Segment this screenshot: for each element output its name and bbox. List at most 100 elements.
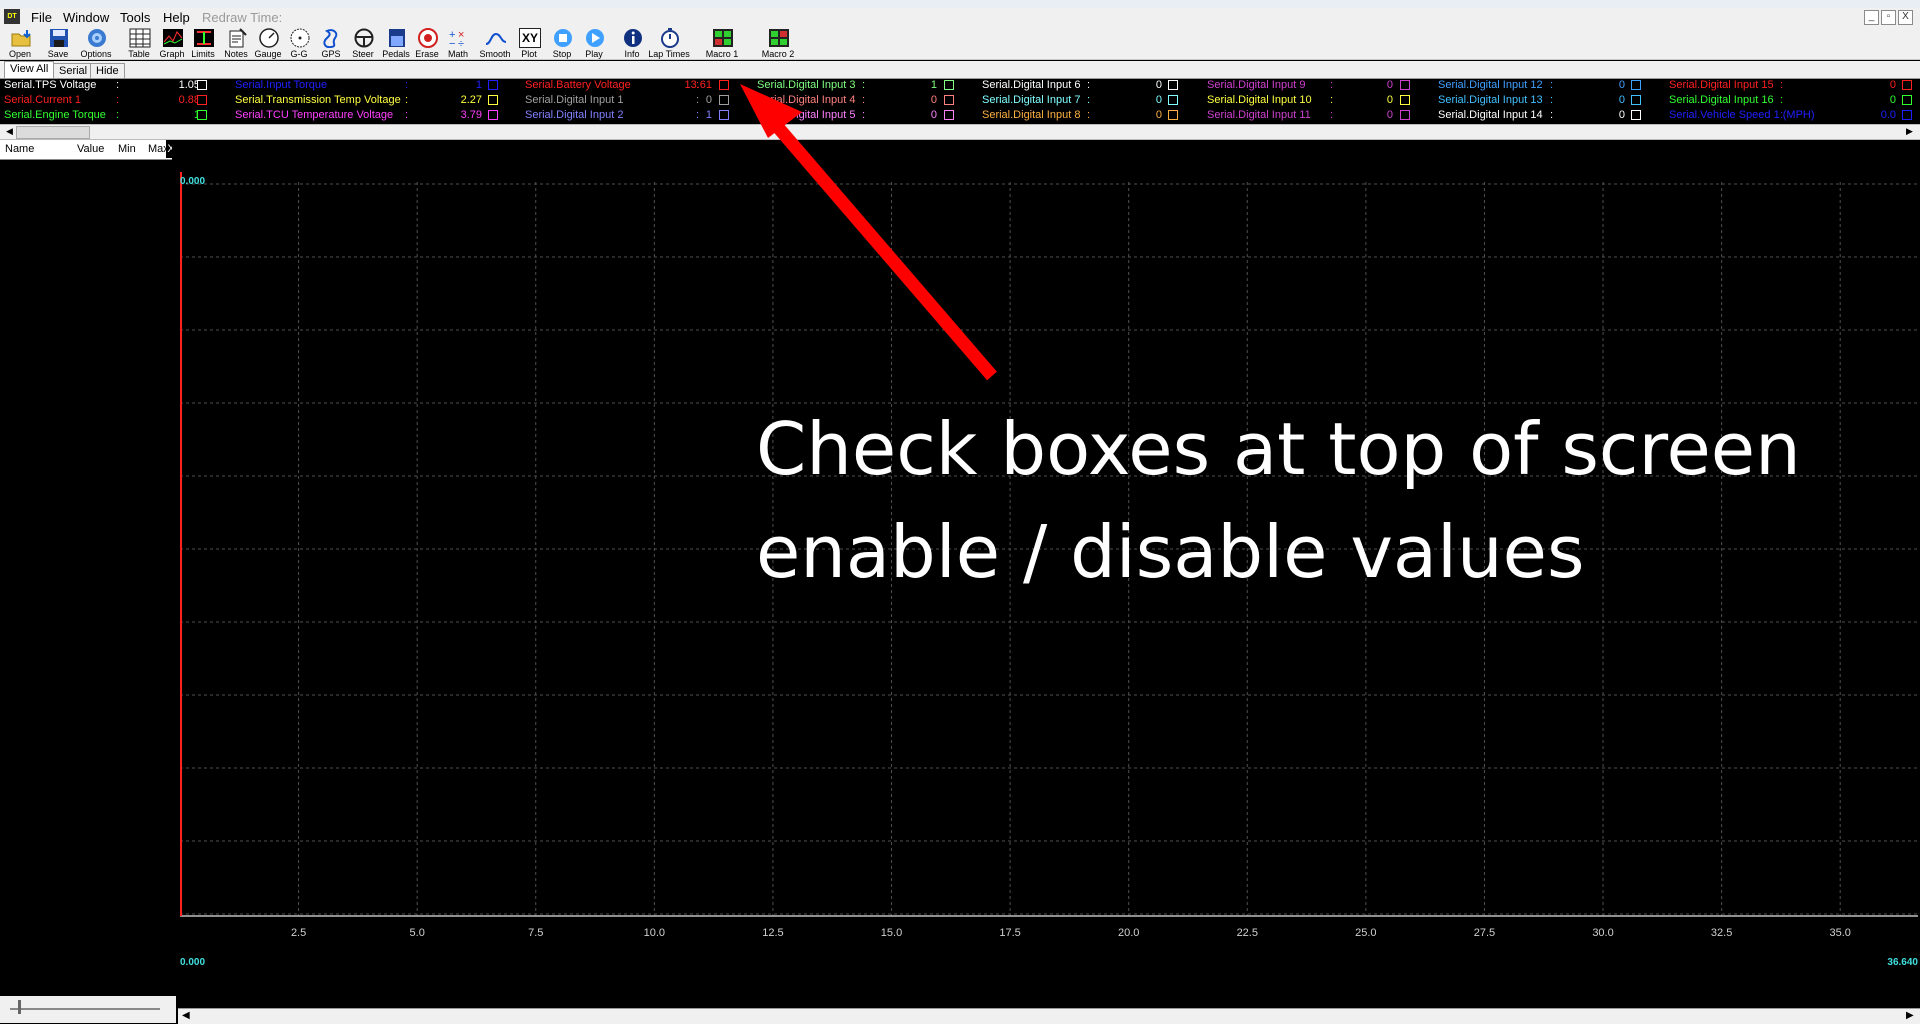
menu-help[interactable]: Help bbox=[163, 10, 190, 25]
channel-value: 0 bbox=[1386, 94, 1393, 106]
menu-tools[interactable]: Tools bbox=[120, 10, 150, 25]
channel-enable-checkbox[interactable] bbox=[1631, 80, 1641, 90]
channel-enable-checkbox[interactable] bbox=[719, 110, 729, 120]
channel-separator: : bbox=[1087, 109, 1091, 121]
channel-value: 0 bbox=[1889, 79, 1896, 91]
table-grid-icon bbox=[129, 28, 151, 48]
channel-name: Serial.Digital Input 15 bbox=[1669, 79, 1774, 91]
macro-2-button[interactable]: Macro 2 bbox=[760, 28, 796, 59]
play-icon bbox=[586, 29, 604, 47]
close-window-button[interactable]: X bbox=[1898, 10, 1913, 25]
lap-times-button[interactable]: Lap Times bbox=[648, 28, 690, 59]
annotation-line-2: enable / disable values bbox=[756, 510, 1585, 594]
graph-scroll-right-icon[interactable]: ▶ bbox=[1906, 1010, 1914, 1021]
scroll-left-arrow-icon[interactable]: ◀ bbox=[6, 126, 13, 137]
menu-window[interactable]: Window bbox=[63, 10, 109, 25]
channel-value: 0 bbox=[1155, 109, 1162, 121]
scroll-thumb[interactable] bbox=[16, 126, 90, 139]
menu-file[interactable]: File bbox=[31, 10, 52, 25]
restore-button[interactable]: ▫ bbox=[1881, 10, 1896, 25]
channel-value: 0 bbox=[1618, 94, 1625, 106]
x-tick-label: 35.0 bbox=[1829, 927, 1850, 939]
channel-value: 0 bbox=[705, 94, 712, 106]
minimize-button[interactable]: _ bbox=[1864, 10, 1879, 25]
channel-enable-checkbox[interactable] bbox=[719, 95, 729, 105]
time-slider[interactable] bbox=[0, 996, 176, 1023]
channel-enable-checkbox[interactable] bbox=[488, 95, 498, 105]
channel-enable-checkbox[interactable] bbox=[1168, 80, 1178, 90]
channel-value: 13.61 bbox=[684, 79, 712, 91]
channel-enable-checkbox[interactable] bbox=[1400, 110, 1410, 120]
channel-value: 3.79 bbox=[460, 109, 482, 121]
channel-name: Serial.TPS Voltage bbox=[4, 79, 97, 91]
channel-separator: : bbox=[862, 94, 866, 106]
channel-enable-checkbox[interactable] bbox=[1902, 80, 1912, 90]
stopwatch-icon bbox=[661, 28, 679, 48]
x-tick-label: 25.0 bbox=[1355, 927, 1376, 939]
channel-enable-checkbox[interactable] bbox=[1400, 95, 1410, 105]
x-tick-label: 27.5 bbox=[1474, 927, 1495, 939]
channel-separator: : bbox=[1550, 79, 1554, 91]
channel-value: 0 bbox=[1155, 79, 1162, 91]
side-panel-header: Name Value Min Max X bbox=[0, 140, 176, 160]
channel-enable-checkbox[interactable] bbox=[1631, 110, 1641, 120]
channel-name: Serial.Digital Input 12 bbox=[1438, 79, 1543, 91]
graph-icon bbox=[163, 29, 183, 47]
channel-enable-checkbox[interactable] bbox=[197, 110, 207, 120]
macro-2-label: Macro 2 bbox=[761, 49, 795, 59]
options-button[interactable]: Options bbox=[78, 28, 114, 59]
slider-knob[interactable] bbox=[18, 1000, 21, 1014]
macro-1-button[interactable]: Macro 1 bbox=[704, 28, 740, 59]
channel-name: Serial.Vehicle Speed 1 (MPH) bbox=[1669, 109, 1815, 121]
tab-serial[interactable]: Serial bbox=[53, 63, 94, 78]
channel-enable-checkbox[interactable] bbox=[488, 80, 498, 90]
channel-separator: : bbox=[116, 94, 120, 106]
tab-hide[interactable]: Hide bbox=[90, 63, 125, 78]
channel-tabs: View All Serial Hide bbox=[0, 61, 1920, 79]
channel-enable-checkbox[interactable] bbox=[944, 110, 954, 120]
channel-enable-checkbox[interactable] bbox=[197, 95, 207, 105]
channel-value: 0 bbox=[1618, 109, 1625, 121]
save-button[interactable]: Save bbox=[40, 28, 76, 59]
channel-name: Serial.Digital Input 11 bbox=[1207, 109, 1311, 121]
options-gear-icon bbox=[88, 29, 106, 47]
channel-enable-checkbox[interactable] bbox=[1902, 95, 1912, 105]
xy-plot-icon: XY bbox=[519, 28, 541, 48]
channel-separator: : bbox=[1087, 79, 1091, 91]
channel-enable-checkbox[interactable] bbox=[1168, 95, 1178, 105]
channel-name: Serial.Transmission Temp Voltage bbox=[235, 94, 401, 106]
graph-scroll-left-icon[interactable]: ◀ bbox=[182, 1010, 190, 1021]
x-tick-label: 12.5 bbox=[762, 927, 783, 939]
math-icon: + ×− ÷ bbox=[449, 29, 464, 48]
channel-enable-checkbox[interactable] bbox=[944, 80, 954, 90]
annotation-text: Check boxes at top of screen enable / di… bbox=[756, 398, 1896, 604]
gps-track-icon bbox=[323, 29, 338, 48]
channel-enable-checkbox[interactable] bbox=[197, 80, 207, 90]
tab-view-all[interactable]: View All bbox=[4, 61, 55, 78]
scroll-right-arrow-icon[interactable]: ▶ bbox=[1906, 126, 1913, 137]
channel-enable-checkbox[interactable] bbox=[944, 95, 954, 105]
channel-separator: : bbox=[1087, 94, 1091, 106]
channel-name: Serial.Digital Input 6 bbox=[982, 79, 1081, 91]
channel-enable-checkbox[interactable] bbox=[719, 80, 729, 90]
toolbar: Open Save Options Table Graph Limits Not… bbox=[0, 27, 1920, 60]
play-button[interactable]: Play bbox=[576, 28, 612, 59]
channel-scrollbar[interactable]: ◀ ▶ bbox=[0, 124, 1920, 140]
limits-icon bbox=[194, 29, 214, 47]
x-tick-label: 20.0 bbox=[1118, 927, 1139, 939]
channel-enable-checkbox[interactable] bbox=[488, 110, 498, 120]
value-side-panel: Name Value Min Max X bbox=[0, 140, 176, 1023]
channel-enable-checkbox[interactable] bbox=[1400, 80, 1410, 90]
channel-separator: : bbox=[1780, 109, 1784, 121]
channel-name: Serial.Digital Input 3 bbox=[757, 79, 856, 91]
channel-enable-checkbox[interactable] bbox=[1168, 110, 1178, 120]
channel-enable-checkbox[interactable] bbox=[1902, 110, 1912, 120]
channel-name: Serial.Input Torque bbox=[235, 79, 328, 91]
graph-scrollbar[interactable]: ◀ ▶ bbox=[178, 1008, 1920, 1024]
channel-name: Serial.Digital Input 16 bbox=[1669, 94, 1774, 106]
x-start-label: 0.000 bbox=[180, 957, 205, 968]
erase-icon bbox=[418, 28, 438, 48]
channel-enable-checkbox[interactable] bbox=[1631, 95, 1641, 105]
open-button[interactable]: Open bbox=[2, 28, 38, 59]
channel-name: Serial.Digital Input 5 bbox=[757, 109, 856, 121]
